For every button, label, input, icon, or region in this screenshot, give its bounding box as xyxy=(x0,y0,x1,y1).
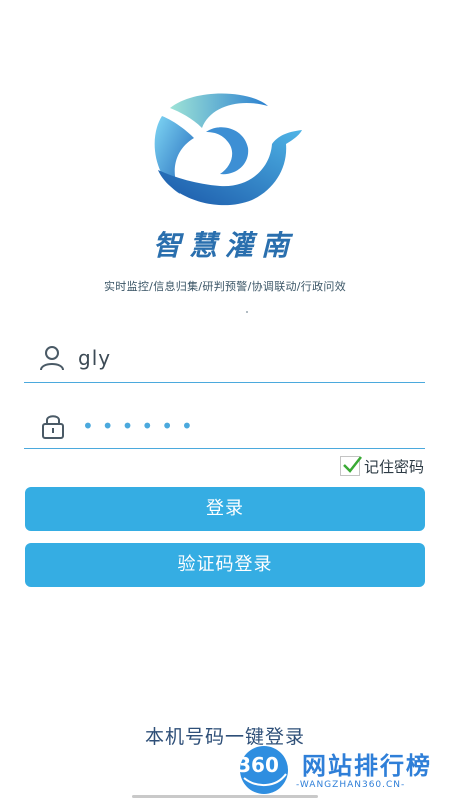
app-title: 智慧灌南 xyxy=(152,229,297,262)
lock-icon xyxy=(42,415,64,439)
remember-label: 记住密码 xyxy=(363,457,424,476)
login-button[interactable]: 登录 xyxy=(25,487,425,531)
remember-checkbox[interactable] xyxy=(339,456,362,476)
sms-login-button[interactable]: 验证码登录 xyxy=(25,543,425,587)
username-field[interactable]: gly xyxy=(24,334,425,383)
watermark-badge-text: 360 xyxy=(237,753,279,777)
password-value[interactable]: •••••• xyxy=(82,414,201,438)
check-icon xyxy=(343,456,362,473)
user-icon xyxy=(40,346,64,371)
app-logo xyxy=(154,93,302,206)
app-slogan: 实时监控/信息归集/研判预警/协调联动/行政问效 xyxy=(103,280,347,293)
username-value[interactable]: gly xyxy=(78,346,111,370)
remember-password[interactable]: 记住密码 xyxy=(339,455,424,477)
watermark-title: 网站排行榜 xyxy=(302,752,432,780)
watermark: 360 网站排行榜 -WANGZHAN360.CN- xyxy=(232,740,450,800)
password-field[interactable]: •••••• xyxy=(24,400,425,449)
watermark-subtitle: -WANGZHAN360.CN- xyxy=(296,780,406,790)
home-indicator xyxy=(132,795,318,798)
decorative-dot xyxy=(246,311,248,313)
